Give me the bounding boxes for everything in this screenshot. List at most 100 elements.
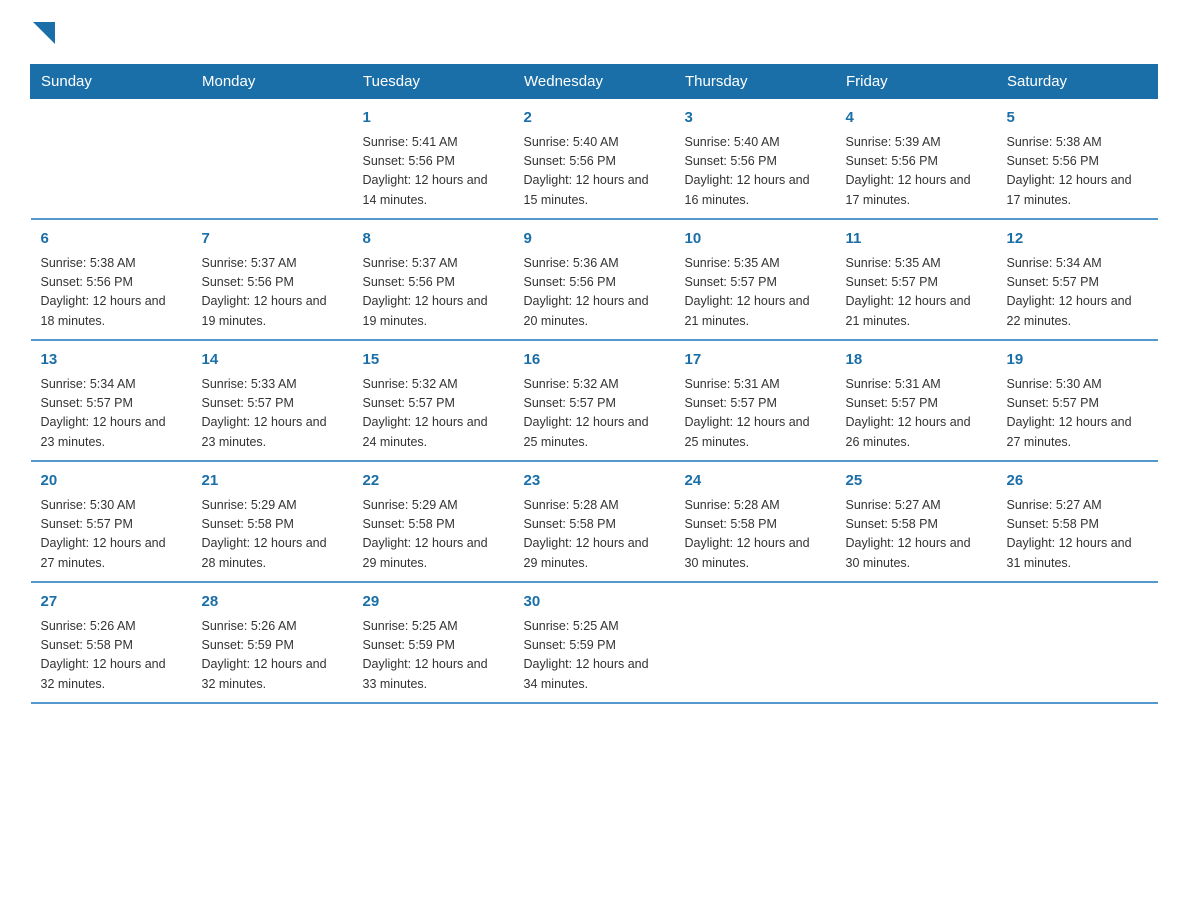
weekday-header-row: SundayMondayTuesdayWednesdayThursdayFrid…: [31, 65, 1158, 99]
logo: [30, 20, 55, 44]
day-info: Sunrise: 5:28 AMSunset: 5:58 PMDaylight:…: [524, 496, 665, 574]
calendar-cell: 13 Sunrise: 5:34 AMSunset: 5:57 PMDayligh…: [31, 340, 192, 461]
calendar-cell: 26 Sunrise: 5:27 AMSunset: 5:58 PMDayligh…: [997, 461, 1158, 582]
day-info: Sunrise: 5:35 AMSunset: 5:57 PMDaylight:…: [685, 254, 826, 332]
day-number: 5: [1007, 107, 1148, 130]
day-info: Sunrise: 5:34 AMSunset: 5:57 PMDaylight:…: [41, 375, 182, 453]
day-number: 9: [524, 228, 665, 251]
day-number: 28: [202, 591, 343, 614]
calendar-cell: 1 Sunrise: 5:41 AMSunset: 5:56 PMDaylight…: [353, 99, 514, 220]
calendar-cell: 21Sunrise: 5:29 AMSunset: 5:58 PMDayligh…: [192, 461, 353, 582]
calendar-cell: 16 Sunrise: 5:32 AMSunset: 5:57 PMDayligh…: [514, 340, 675, 461]
calendar-cell: 10 Sunrise: 5:35 AMSunset: 5:57 PMDayligh…: [675, 219, 836, 340]
day-info: Sunrise: 5:27 AMSunset: 5:58 PMDaylight:…: [1007, 496, 1148, 574]
day-number: 15: [363, 349, 504, 372]
day-info: Sunrise: 5:26 AMSunset: 5:58 PMDaylight:…: [41, 617, 182, 695]
day-number: 29: [363, 591, 504, 614]
week-row-5: 27Sunrise: 5:26 AMSunset: 5:58 PMDayligh…: [31, 582, 1158, 703]
calendar-cell: 7 Sunrise: 5:37 AMSunset: 5:56 PMDaylight…: [192, 219, 353, 340]
day-info: Sunrise: 5:29 AMSunset: 5:58 PMDaylight:…: [363, 496, 504, 574]
calendar-cell: 19 Sunrise: 5:30 AMSunset: 5:57 PMDayligh…: [997, 340, 1158, 461]
day-number: 16: [524, 349, 665, 372]
day-info: Sunrise: 5:39 AMSunset: 5:56 PMDaylight:…: [846, 133, 987, 211]
week-row-2: 6 Sunrise: 5:38 AMSunset: 5:56 PMDaylight…: [31, 219, 1158, 340]
calendar-cell: 28 Sunrise: 5:26 AMSunset: 5:59 PMDayligh…: [192, 582, 353, 703]
day-number: 3: [685, 107, 826, 130]
calendar-cell: 8 Sunrise: 5:37 AMSunset: 5:56 PMDaylight…: [353, 219, 514, 340]
day-info: Sunrise: 5:28 AMSunset: 5:58 PMDaylight:…: [685, 496, 826, 574]
day-number: 19: [1007, 349, 1148, 372]
calendar-cell: 22 Sunrise: 5:29 AMSunset: 5:58 PMDayligh…: [353, 461, 514, 582]
day-info: Sunrise: 5:27 AMSunset: 5:58 PMDaylight:…: [846, 496, 987, 574]
calendar-cell: 17 Sunrise: 5:31 AMSunset: 5:57 PMDayligh…: [675, 340, 836, 461]
day-number: 6: [41, 228, 182, 251]
calendar-cell: 9 Sunrise: 5:36 AMSunset: 5:56 PMDaylight…: [514, 219, 675, 340]
calendar-cell: 2Sunrise: 5:40 AMSunset: 5:56 PMDaylight…: [514, 99, 675, 220]
week-row-1: 1 Sunrise: 5:41 AMSunset: 5:56 PMDaylight…: [31, 99, 1158, 220]
day-info: Sunrise: 5:34 AMSunset: 5:57 PMDaylight:…: [1007, 254, 1148, 332]
calendar-cell: 24 Sunrise: 5:28 AMSunset: 5:58 PMDayligh…: [675, 461, 836, 582]
day-info: Sunrise: 5:41 AMSunset: 5:56 PMDaylight:…: [363, 133, 504, 211]
day-number: 1: [363, 107, 504, 130]
weekday-header-sunday: Sunday: [31, 65, 192, 99]
day-number: 18: [846, 349, 987, 372]
day-number: 12: [1007, 228, 1148, 251]
weekday-header-saturday: Saturday: [997, 65, 1158, 99]
day-number: 13: [41, 349, 182, 372]
calendar-cell: 15Sunrise: 5:32 AMSunset: 5:57 PMDayligh…: [353, 340, 514, 461]
day-number: 17: [685, 349, 826, 372]
calendar-cell: 30 Sunrise: 5:25 AMSunset: 5:59 PMDayligh…: [514, 582, 675, 703]
day-number: 7: [202, 228, 343, 251]
day-info: Sunrise: 5:37 AMSunset: 5:56 PMDaylight:…: [202, 254, 343, 332]
week-row-4: 20 Sunrise: 5:30 AMSunset: 5:57 PMDayligh…: [31, 461, 1158, 582]
calendar-cell: [192, 99, 353, 220]
day-number: 11: [846, 228, 987, 251]
calendar-cell: [675, 582, 836, 703]
day-info: Sunrise: 5:33 AMSunset: 5:57 PMDaylight:…: [202, 375, 343, 453]
day-number: 24: [685, 470, 826, 493]
calendar-cell: 6 Sunrise: 5:38 AMSunset: 5:56 PMDaylight…: [31, 219, 192, 340]
weekday-header-tuesday: Tuesday: [353, 65, 514, 99]
day-info: Sunrise: 5:26 AMSunset: 5:59 PMDaylight:…: [202, 617, 343, 695]
day-info: Sunrise: 5:38 AMSunset: 5:56 PMDaylight:…: [1007, 133, 1148, 211]
page-header: [30, 20, 1158, 44]
day-info: Sunrise: 5:25 AMSunset: 5:59 PMDaylight:…: [363, 617, 504, 695]
day-info: Sunrise: 5:40 AMSunset: 5:56 PMDaylight:…: [524, 133, 665, 211]
weekday-header-wednesday: Wednesday: [514, 65, 675, 99]
calendar-cell: 3 Sunrise: 5:40 AMSunset: 5:56 PMDaylight…: [675, 99, 836, 220]
calendar-cell: 11 Sunrise: 5:35 AMSunset: 5:57 PMDayligh…: [836, 219, 997, 340]
day-info: Sunrise: 5:25 AMSunset: 5:59 PMDaylight:…: [524, 617, 665, 695]
calendar-cell: 12 Sunrise: 5:34 AMSunset: 5:57 PMDayligh…: [997, 219, 1158, 340]
calendar-cell: 4Sunrise: 5:39 AMSunset: 5:56 PMDaylight…: [836, 99, 997, 220]
calendar-cell: 14Sunrise: 5:33 AMSunset: 5:57 PMDayligh…: [192, 340, 353, 461]
day-number: 21: [202, 470, 343, 493]
day-info: Sunrise: 5:36 AMSunset: 5:56 PMDaylight:…: [524, 254, 665, 332]
calendar-cell: 29 Sunrise: 5:25 AMSunset: 5:59 PMDayligh…: [353, 582, 514, 703]
day-info: Sunrise: 5:40 AMSunset: 5:56 PMDaylight:…: [685, 133, 826, 211]
day-number: 23: [524, 470, 665, 493]
day-number: 30: [524, 591, 665, 614]
day-number: 20: [41, 470, 182, 493]
day-number: 25: [846, 470, 987, 493]
day-info: Sunrise: 5:30 AMSunset: 5:57 PMDaylight:…: [1007, 375, 1148, 453]
weekday-header-monday: Monday: [192, 65, 353, 99]
calendar-cell: 18 Sunrise: 5:31 AMSunset: 5:57 PMDayligh…: [836, 340, 997, 461]
day-info: Sunrise: 5:32 AMSunset: 5:57 PMDaylight:…: [524, 375, 665, 453]
day-info: Sunrise: 5:31 AMSunset: 5:57 PMDaylight:…: [846, 375, 987, 453]
day-info: Sunrise: 5:31 AMSunset: 5:57 PMDaylight:…: [685, 375, 826, 453]
weekday-header-thursday: Thursday: [675, 65, 836, 99]
day-info: Sunrise: 5:35 AMSunset: 5:57 PMDaylight:…: [846, 254, 987, 332]
calendar-cell: 25 Sunrise: 5:27 AMSunset: 5:58 PMDayligh…: [836, 461, 997, 582]
calendar-cell: [997, 582, 1158, 703]
day-info: Sunrise: 5:30 AMSunset: 5:57 PMDaylight:…: [41, 496, 182, 574]
calendar-table: SundayMondayTuesdayWednesdayThursdayFrid…: [30, 64, 1158, 704]
day-number: 22: [363, 470, 504, 493]
logo-triangle-icon: [33, 22, 55, 44]
calendar-cell: 5 Sunrise: 5:38 AMSunset: 5:56 PMDaylight…: [997, 99, 1158, 220]
day-number: 8: [363, 228, 504, 251]
day-number: 10: [685, 228, 826, 251]
day-info: Sunrise: 5:37 AMSunset: 5:56 PMDaylight:…: [363, 254, 504, 332]
day-number: 26: [1007, 470, 1148, 493]
calendar-cell: [31, 99, 192, 220]
day-info: Sunrise: 5:38 AMSunset: 5:56 PMDaylight:…: [41, 254, 182, 332]
